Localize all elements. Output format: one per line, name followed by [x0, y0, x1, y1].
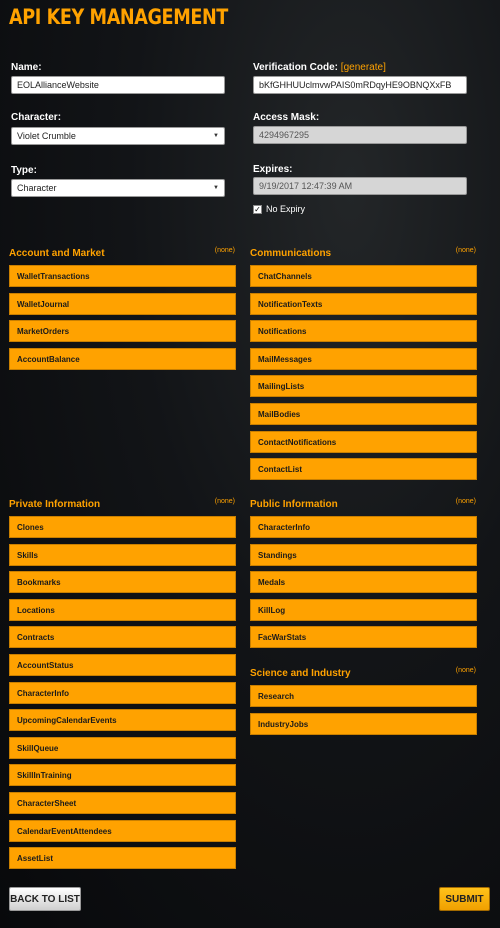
permission-item[interactable]: MailingLists [250, 375, 477, 398]
permission-item[interactable]: AssetList [9, 847, 236, 870]
permission-item[interactable]: CharacterInfo [250, 516, 477, 538]
access-mask-field: 4294967295 [253, 126, 467, 144]
permission-item[interactable]: Skills [9, 543, 236, 566]
permission-item[interactable]: CharacterInfo [9, 681, 236, 704]
permission-item[interactable]: Standings [250, 543, 477, 566]
permission-item[interactable]: ContactNotifications [250, 430, 477, 453]
permission-item[interactable]: MailMessages [250, 347, 477, 370]
character-select[interactable]: Violet Crumble ▼ [11, 127, 225, 145]
section-science-and-industry: Science and Industry (none) Research Indu… [250, 667, 477, 740]
section-title: Account and Market [9, 248, 105, 259]
permission-item[interactable]: NotificationTexts [250, 292, 477, 315]
character-label: Character: [11, 112, 62, 123]
verification-code-field[interactable]: bKfGHHUUclmvwPAIS0mRDqyHE9OBNQXxFB [253, 76, 467, 94]
dropdown-arrow-icon: ▼ [213, 133, 219, 139]
verification-code-label: Verification Code: [generate] [253, 62, 386, 73]
dropdown-arrow-icon: ▼ [213, 185, 219, 191]
permission-item[interactable]: IndustryJobs [250, 712, 477, 735]
back-to-list-button[interactable]: BACK TO LIST [9, 887, 81, 911]
generate-link[interactable]: generate [344, 62, 383, 73]
permission-item[interactable]: ContactList [250, 458, 477, 481]
permission-item[interactable]: SkillInTraining [9, 764, 236, 787]
permission-item[interactable]: Medals [250, 571, 477, 594]
expires-field[interactable]: 9/19/2017 12:47:39 AM [253, 177, 467, 195]
no-expiry-checkbox[interactable]: ✓ No Expiry [253, 204, 305, 214]
permission-item[interactable]: AccountStatus [9, 653, 236, 676]
permission-item[interactable]: KillLog [250, 598, 477, 621]
verification-generate-close: ] [383, 62, 386, 73]
section-account-and-market: Account and Market (none) WalletTransact… [9, 247, 236, 375]
section-private-information: Private Information (none) Clones Skills B… [9, 498, 236, 875]
type-select-value: Character [17, 183, 57, 193]
name-label: Name: [11, 62, 42, 73]
verification-code-label-text: Verification Code: [253, 62, 339, 73]
checkbox-check-icon: ✓ [253, 204, 262, 214]
expires-label: Expires: [253, 164, 293, 175]
access-mask-label: Access Mask: [253, 112, 320, 123]
section-title: Public Information [250, 499, 338, 510]
permission-item[interactable]: WalletJournal [9, 292, 236, 315]
permission-item[interactable]: MarketOrders [9, 320, 236, 343]
permission-item[interactable]: Bookmarks [9, 571, 236, 594]
permission-item[interactable]: SkillQueue [9, 736, 236, 759]
permission-item[interactable]: Contracts [9, 626, 236, 649]
permission-item[interactable]: Clones [9, 516, 236, 538]
no-expiry-label: No Expiry [266, 204, 306, 214]
section-title: Communications [250, 248, 332, 259]
select-none-link[interactable]: (none) [456, 498, 476, 505]
name-field[interactable]: EOLAllianceWebsite [11, 76, 225, 94]
select-none-link[interactable]: (none) [215, 247, 235, 254]
select-none-link[interactable]: (none) [456, 247, 476, 254]
select-none-link[interactable]: (none) [456, 667, 476, 674]
section-communications: Communications (none) ChatChannels Notifi… [250, 247, 477, 486]
permission-item[interactable]: AccountBalance [9, 347, 236, 370]
permission-item[interactable]: FacWarStats [250, 626, 477, 649]
permission-item[interactable]: Notifications [250, 320, 477, 343]
permission-item[interactable]: CalendarEventAttendees [9, 819, 236, 842]
permission-item[interactable]: MailBodies [250, 402, 477, 425]
permission-item[interactable]: UpcomingCalendarEvents [9, 709, 236, 732]
section-title: Private Information [9, 499, 101, 510]
permission-item[interactable]: ChatChannels [250, 265, 477, 287]
permission-item[interactable]: CharacterSheet [9, 791, 236, 814]
type-select[interactable]: Character ▼ [11, 179, 225, 197]
submit-button[interactable]: SUBMIT [439, 887, 490, 911]
select-none-link[interactable]: (none) [215, 498, 235, 505]
section-title: Science and Industry [250, 668, 351, 679]
permission-item[interactable]: WalletTransactions [9, 265, 236, 287]
permission-item[interactable]: Locations [9, 598, 236, 621]
character-select-value: Violet Crumble [17, 131, 76, 141]
page-title: API KEY MANAGEMENT [9, 5, 228, 29]
type-label: Type: [11, 165, 37, 176]
section-public-information: Public Information (none) CharacterInfo S… [250, 498, 477, 654]
permission-item[interactable]: Research [250, 685, 477, 707]
